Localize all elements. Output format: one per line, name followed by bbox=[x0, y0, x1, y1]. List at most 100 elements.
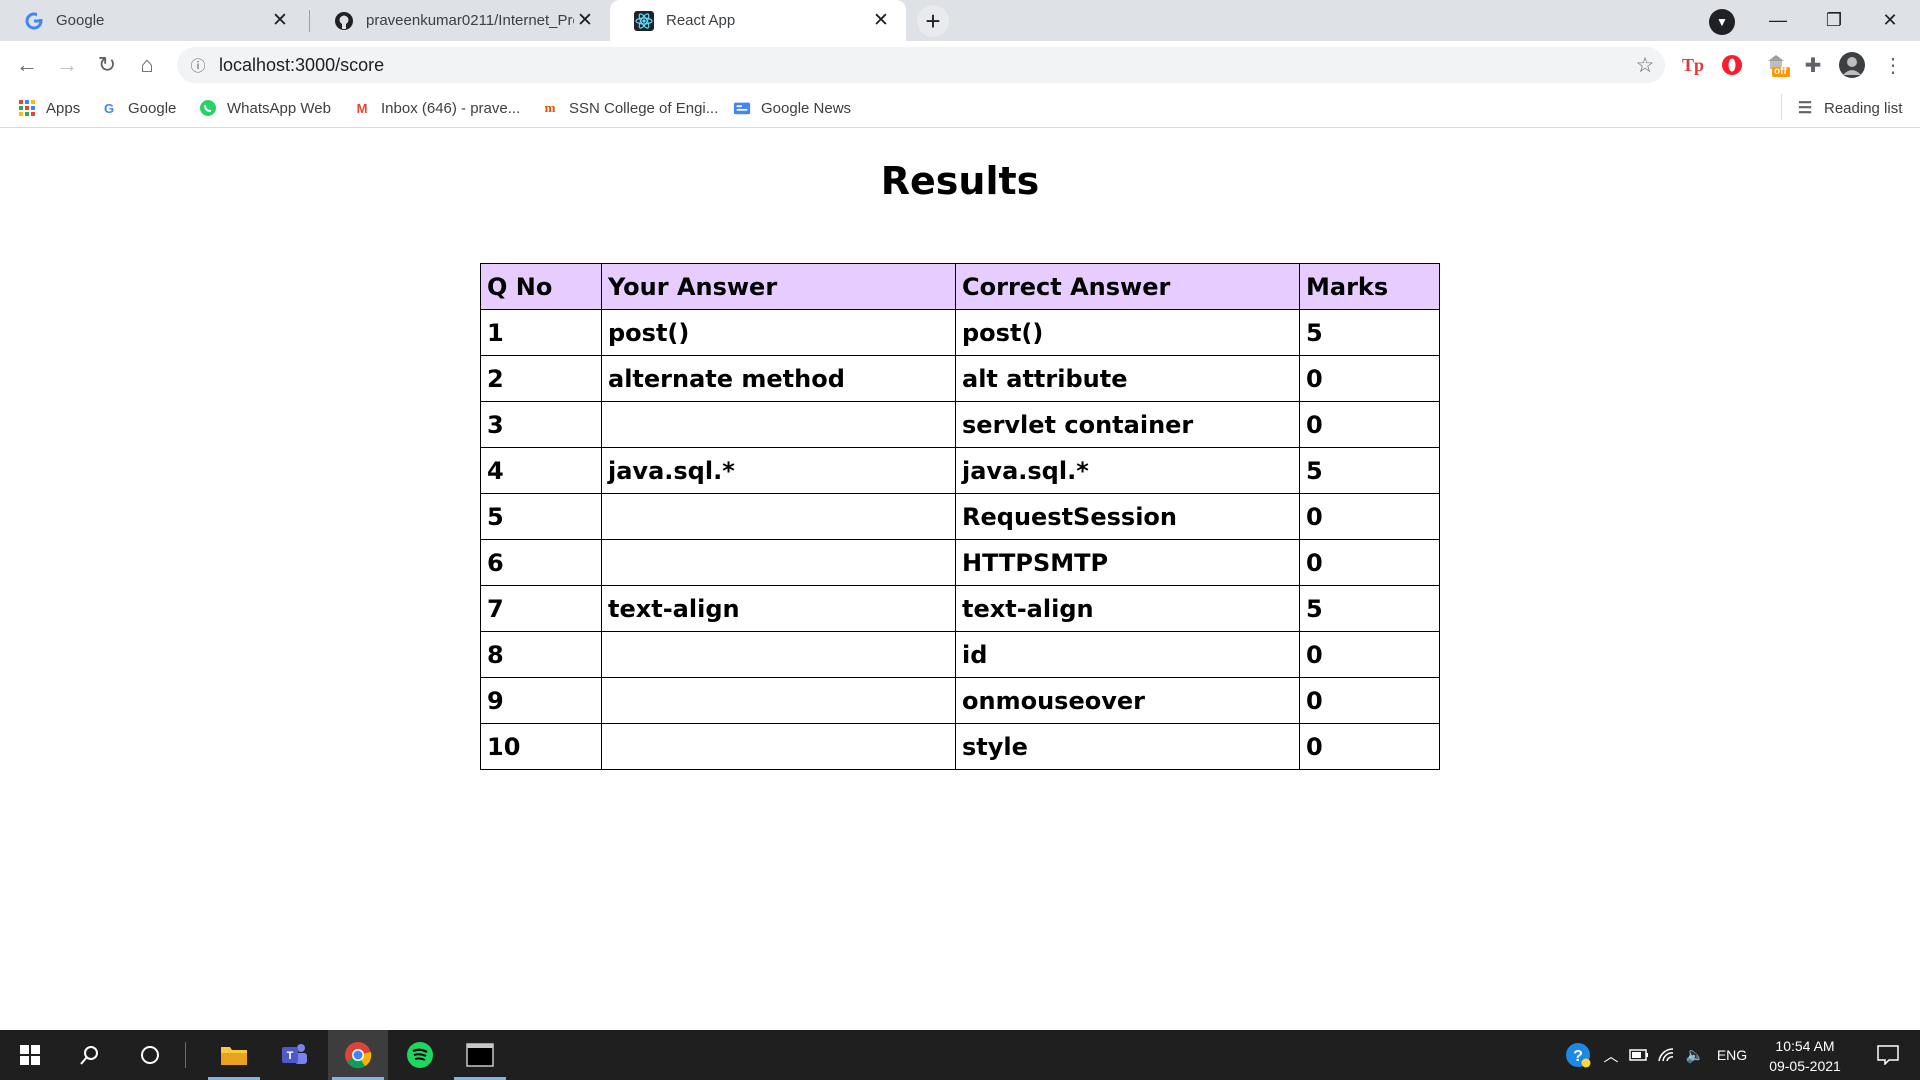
q-no-cell: 8 bbox=[480, 631, 602, 678]
marks-cell: 0 bbox=[1299, 723, 1440, 770]
avatar[interactable] bbox=[1838, 51, 1866, 79]
table-header-row: Q No Your Answer Correct Answer Marks bbox=[480, 263, 1440, 310]
close-tab-icon[interactable]: ✕ bbox=[870, 10, 892, 32]
chrome-taskbar-icon[interactable] bbox=[328, 1030, 388, 1080]
tp-extension-icon[interactable]: Tp bbox=[1679, 51, 1707, 79]
your-answer-cell bbox=[601, 539, 956, 586]
table-row: 6 HTTPSMTP 0 bbox=[480, 539, 1440, 586]
whatsapp-icon bbox=[199, 99, 217, 117]
table-row: 10 style 0 bbox=[480, 723, 1440, 770]
bookmark-gmail-inbox[interactable]: M Inbox (646) - prave... bbox=[353, 96, 521, 120]
q-no-cell: 10 bbox=[480, 723, 602, 770]
tab-title: React App bbox=[666, 12, 736, 29]
search-icon[interactable] bbox=[60, 1030, 120, 1080]
bookmarks-separator bbox=[1781, 94, 1782, 120]
restore-icon[interactable]: ❐ bbox=[1806, 0, 1862, 41]
close-tab-icon[interactable]: ✕ bbox=[269, 10, 291, 32]
bookmark-ssn-college[interactable]: m SSN College of Engi... bbox=[541, 96, 719, 120]
bookmark-star-icon[interactable]: ☆ bbox=[1625, 53, 1665, 78]
correct-answer-cell: HTTPSMTP bbox=[955, 539, 1300, 586]
table-row: 4 java.sql.* java.sql.* 5 bbox=[480, 447, 1440, 494]
address-bar[interactable]: ⓘ localhost:3000/score ☆ bbox=[177, 47, 1665, 83]
windows-start-icon[interactable] bbox=[0, 1030, 60, 1080]
tab-title: Google bbox=[56, 12, 105, 29]
reading-list-label: Reading list bbox=[1824, 99, 1903, 117]
discount-extension-icon[interactable]: off bbox=[1760, 51, 1792, 79]
your-answer-cell bbox=[601, 493, 956, 540]
back-icon[interactable]: ← bbox=[10, 48, 44, 82]
your-answer-cell bbox=[601, 723, 956, 770]
table-row: 8 id 0 bbox=[480, 631, 1440, 678]
teams-icon[interactable]: T bbox=[264, 1030, 324, 1080]
correct-answer-cell: post() bbox=[955, 309, 1300, 356]
bookmark-label: Apps bbox=[46, 99, 81, 117]
bookmark-whatsapp[interactable]: WhatsApp Web bbox=[199, 96, 331, 120]
marks-cell: 0 bbox=[1299, 631, 1440, 678]
extension-badge: off bbox=[1774, 66, 1787, 77]
reload-icon[interactable]: ↻ bbox=[90, 48, 124, 82]
your-answer-cell bbox=[601, 677, 956, 724]
minimize-icon[interactable]: — bbox=[1750, 0, 1806, 41]
column-header-correct-answer: Correct Answer bbox=[955, 263, 1300, 310]
q-no-cell: 4 bbox=[480, 447, 602, 494]
battery-icon[interactable] bbox=[1626, 1030, 1652, 1080]
tab-github[interactable]: praveenkumar0211/Internet_Prog ✕ bbox=[310, 0, 610, 41]
column-header-your-answer: Your Answer bbox=[601, 263, 956, 310]
forward-icon[interactable]: → bbox=[50, 48, 84, 82]
bookmarks-bar: Apps G Google WhatsApp Web M Inbox (646)… bbox=[0, 88, 1920, 128]
reading-list-button[interactable]: ☰ Reading list bbox=[1796, 96, 1903, 120]
tab-google[interactable]: Google ✕ bbox=[0, 0, 305, 41]
your-answer-cell: alternate method bbox=[601, 355, 956, 402]
notifications-icon[interactable] bbox=[1864, 1030, 1912, 1080]
marks-cell: 0 bbox=[1299, 677, 1440, 724]
home-icon[interactable]: ⌂ bbox=[130, 48, 164, 82]
extensions-puzzle-icon[interactable]: ✚ bbox=[1799, 51, 1827, 79]
close-window-icon[interactable]: ✕ bbox=[1862, 0, 1918, 41]
site-info-icon[interactable]: ⓘ bbox=[177, 55, 219, 76]
correct-answer-cell: text-align bbox=[955, 585, 1300, 632]
correct-answer-cell: RequestSession bbox=[955, 493, 1300, 540]
apps-grid-icon bbox=[18, 99, 36, 117]
url-text[interactable]: localhost:3000/score bbox=[219, 55, 1625, 76]
opera-extension-icon[interactable] bbox=[1718, 51, 1746, 79]
cortana-icon[interactable] bbox=[120, 1030, 180, 1080]
github-icon bbox=[334, 11, 354, 31]
ssn-college-icon: m bbox=[544, 100, 556, 115]
show-hidden-icons-chevron-up-icon[interactable]: ︿ bbox=[1598, 1030, 1624, 1080]
wifi-icon[interactable] bbox=[1654, 1030, 1680, 1080]
bookmark-label: Inbox (646) - prave... bbox=[381, 99, 521, 117]
bookmark-google[interactable]: G Google bbox=[100, 96, 176, 120]
volume-icon[interactable]: 🔈 bbox=[1682, 1030, 1708, 1080]
close-tab-icon[interactable]: ✕ bbox=[574, 10, 596, 32]
spotify-icon[interactable] bbox=[390, 1030, 450, 1080]
terminal-icon[interactable] bbox=[450, 1030, 510, 1080]
file-explorer-icon[interactable] bbox=[204, 1030, 264, 1080]
q-no-cell: 3 bbox=[480, 401, 602, 448]
column-header-q-no: Q No bbox=[480, 263, 602, 310]
your-answer-cell: text-align bbox=[601, 585, 956, 632]
tab-react-app[interactable]: React App ✕ bbox=[610, 0, 906, 41]
results-table: Q No Your Answer Correct Answer Marks 1 … bbox=[480, 263, 1440, 770]
bookmark-google-news[interactable]: Google News bbox=[733, 96, 851, 120]
table-row: 2 alternate method alt attribute 0 bbox=[480, 355, 1440, 402]
table-row: 9 onmouseover 0 bbox=[480, 677, 1440, 724]
table-row: 1 post() post() 5 bbox=[480, 309, 1440, 356]
language-indicator[interactable]: ENG bbox=[1712, 1030, 1752, 1080]
help-icon[interactable]: ? bbox=[1560, 1030, 1596, 1080]
clock-date: 09-05-2021 bbox=[1769, 1058, 1841, 1074]
your-answer-cell bbox=[601, 631, 956, 678]
browser-toolbar: ← → ↻ ⌂ ⓘ localhost:3000/score ☆ Tp off … bbox=[0, 41, 1920, 88]
system-clock[interactable]: 10:54 AM 09-05-2021 bbox=[1760, 1036, 1850, 1076]
correct-answer-cell: style bbox=[955, 723, 1300, 770]
reading-list-icon: ☰ bbox=[1797, 100, 1813, 117]
your-answer-cell bbox=[601, 401, 956, 448]
q-no-cell: 5 bbox=[480, 493, 602, 540]
table-row: 7 text-align text-align 5 bbox=[480, 585, 1440, 632]
menu-kebab-icon[interactable]: ⋮ bbox=[1879, 51, 1907, 79]
q-no-cell: 6 bbox=[480, 539, 602, 586]
correct-answer-cell: id bbox=[955, 631, 1300, 678]
marks-cell: 5 bbox=[1299, 309, 1440, 356]
tab-search-icon[interactable]: ▼ bbox=[1709, 9, 1735, 35]
new-tab-button[interactable]: + bbox=[917, 5, 949, 37]
bookmark-apps[interactable]: Apps bbox=[18, 96, 80, 120]
